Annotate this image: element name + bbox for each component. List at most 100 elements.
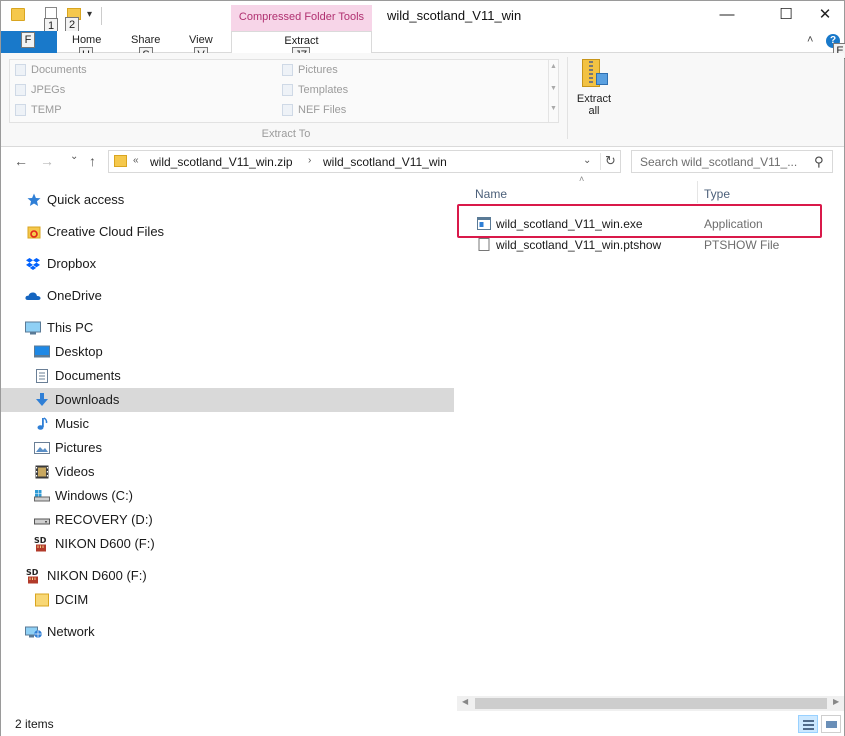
extract-all-button[interactable]: Extract all	[573, 59, 615, 117]
breadcrumb-separator-icon[interactable]: ›	[308, 155, 311, 166]
details-view-button[interactable]	[798, 715, 818, 733]
search-input[interactable]: Search wild_scotland_V11_... ⚲	[631, 150, 833, 173]
scroll-left-icon[interactable]: ◀	[462, 697, 468, 706]
tab-home[interactable]: Home	[72, 34, 101, 46]
nav-item-videos[interactable]: Videos	[1, 460, 454, 484]
address-bar[interactable]: « wild_scotland_V11_win.zip › wild_scotl…	[108, 150, 621, 173]
address-dropdown-icon[interactable]: ⌄	[583, 155, 591, 166]
forward-button[interactable]: →	[40, 153, 54, 169]
breadcrumb-zip[interactable]: wild_scotland_V11_win.zip	[150, 155, 293, 169]
destination-nef-files[interactable]: NEF Files	[282, 104, 346, 116]
extract-all-label-line2: all	[588, 105, 600, 117]
scroll-down-icon[interactable]: ▼	[550, 85, 557, 92]
scroll-up-icon[interactable]: ▲	[550, 63, 557, 70]
column-divider[interactable]	[697, 181, 698, 203]
destination-documents[interactable]: Documents	[15, 64, 87, 76]
column-header-name[interactable]: Name	[475, 187, 507, 201]
close-button[interactable]: ✕	[802, 4, 845, 28]
file-name: wild_scotland_V11_win.ptshow	[496, 238, 662, 252]
folder-icon	[15, 104, 26, 116]
destination-templates[interactable]: Templates	[282, 84, 348, 96]
downloads-icon	[36, 393, 48, 406]
dropbox-icon	[26, 258, 40, 270]
desktop-icon	[34, 345, 50, 358]
videos-icon	[35, 465, 49, 479]
column-header-type[interactable]: Type	[704, 187, 730, 201]
drive-icon	[34, 518, 50, 525]
contextual-tab-group: Compressed Folder Tools	[231, 5, 372, 31]
destination-pictures[interactable]: Pictures	[282, 64, 338, 76]
navigation-pane: Quick access Creative Cloud Files Dropbo…	[1, 181, 454, 711]
toolbar-divider	[101, 7, 102, 25]
nav-item-pictures[interactable]: Pictures	[1, 436, 454, 460]
search-icon[interactable]: ⚲	[814, 154, 824, 170]
nav-item-quick-access[interactable]: Quick access	[1, 188, 454, 212]
scrollbar-thumb[interactable]	[475, 698, 827, 709]
group-label-extract-to: Extract To	[261, 128, 311, 140]
file-row-ptshow[interactable]: wild_scotland_V11_win.ptshow PTSHOW File	[457, 235, 827, 255]
nav-item-onedrive[interactable]: OneDrive	[1, 284, 454, 308]
item-count: 2 items	[15, 717, 54, 731]
nav-item-nikon-f-sub[interactable]: SD NIKON D600 (F:)	[1, 532, 454, 556]
nav-item-creative-cloud[interactable]: Creative Cloud Files	[1, 220, 454, 244]
collapse-ribbon-icon[interactable]: ˄	[807, 34, 813, 46]
tab-file[interactable]: F	[1, 31, 57, 53]
annotation-highlight-box	[457, 204, 822, 238]
ribbon-tabs: F Home H Share S View V Extract JZ ˄ ? E	[1, 31, 845, 63]
recent-locations-button[interactable]: ⌄	[70, 151, 78, 162]
star-icon	[27, 193, 41, 206]
onedrive-icon	[25, 292, 41, 300]
nav-item-nikon-f[interactable]: SD NIKON D600 (F:)	[1, 564, 454, 588]
large-icons-view-button[interactable]	[821, 715, 841, 733]
folder-icon	[114, 155, 127, 167]
folder-icon	[35, 593, 49, 607]
destination-jpegs[interactable]: JPEGs	[15, 84, 65, 96]
svg-text:SD: SD	[26, 568, 39, 577]
zip-extract-icon	[582, 59, 608, 89]
folder-icon	[11, 8, 25, 21]
title-bar: 1 2 ▾ Compressed Folder Tools wild_scotl…	[1, 1, 845, 34]
search-placeholder: Search wild_scotland_V11_...	[640, 155, 798, 169]
up-button[interactable]: ↑	[89, 153, 96, 169]
nav-item-documents[interactable]: Documents	[1, 364, 454, 388]
horizontal-scrollbar[interactable]: ◀ ▶	[457, 696, 844, 711]
file-type: PTSHOW File	[704, 238, 780, 252]
address-overflow-icon[interactable]: «	[133, 155, 139, 166]
file-icon	[478, 238, 490, 251]
pictures-icon	[282, 64, 293, 76]
folder-icon	[282, 104, 293, 116]
refresh-button[interactable]: ↻	[600, 153, 620, 170]
sd-card-icon: SD	[34, 536, 47, 552]
customize-toolbar-icon[interactable]: ▾	[87, 9, 92, 20]
window-title: wild_scotland_V11_win	[387, 8, 522, 23]
folder-icon	[282, 84, 293, 96]
music-icon	[37, 417, 48, 430]
tab-share[interactable]: Share	[131, 34, 160, 46]
tab-view[interactable]: View	[189, 34, 213, 46]
destination-temp[interactable]: TEMP	[15, 104, 62, 116]
sd-card-icon: SD	[26, 568, 39, 584]
extract-destinations: Documents JPEGs TEMP Pictures Templates …	[9, 59, 559, 123]
nav-item-desktop[interactable]: Desktop	[1, 340, 454, 364]
expand-gallery-icon[interactable]: ▼	[550, 105, 557, 112]
nav-item-network[interactable]: Network	[1, 620, 454, 644]
nav-item-music[interactable]: Music	[1, 412, 454, 436]
folder-icon	[15, 84, 26, 96]
nav-item-dcim[interactable]: DCIM	[1, 588, 454, 612]
nav-item-recovery-d[interactable]: RECOVERY (D:)	[1, 508, 454, 532]
breadcrumb-folder[interactable]: wild_scotland_V11_win	[323, 155, 447, 169]
nav-item-this-pc[interactable]: This PC	[1, 316, 454, 340]
back-button[interactable]: ←	[14, 153, 28, 169]
destinations-scrollbar[interactable]: ▲ ▼ ▼	[548, 60, 559, 122]
file-list: ˄ Name Type wild_scotland_V11_win.exe Ap…	[457, 174, 844, 711]
scroll-right-icon[interactable]: ▶	[833, 697, 839, 706]
creative-cloud-icon	[27, 226, 41, 239]
sort-ascending-icon: ˄	[579, 174, 585, 184]
minimize-button[interactable]: —	[704, 4, 750, 28]
navigation-bar: ← → ⌄ ↑ « wild_scotland_V11_win.zip › wi…	[1, 147, 844, 177]
nav-item-windows-c[interactable]: Windows (C:)	[1, 484, 454, 508]
windows-drive-icon	[34, 490, 50, 502]
nav-item-dropbox[interactable]: Dropbox	[1, 252, 454, 276]
nav-item-downloads[interactable]: Downloads	[1, 388, 454, 412]
tab-extract-label: Extract	[284, 35, 319, 47]
